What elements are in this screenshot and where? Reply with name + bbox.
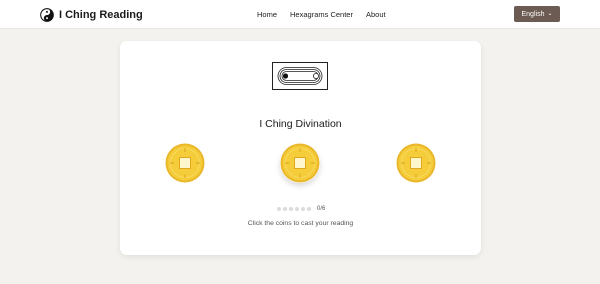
coin-icon[interactable] — [165, 143, 205, 183]
coin-icon[interactable] — [280, 143, 320, 183]
progress-dot — [295, 207, 299, 211]
progress-dot — [301, 207, 305, 211]
language-label: English — [521, 10, 545, 18]
divination-card: I Ching Divination 0/6 Click the coins t… — [120, 41, 481, 255]
yin-yang-icon — [40, 8, 54, 22]
progress-dot — [283, 207, 287, 211]
progress-dot — [307, 207, 311, 211]
progress-dot — [277, 207, 281, 211]
hexagram-logo-icon — [272, 62, 328, 90]
brand[interactable]: I Ching Reading — [40, 7, 143, 23]
progress-dot — [289, 207, 293, 211]
page-title: I Ching Divination — [259, 118, 342, 130]
chevron-down-icon: ⌄ — [547, 11, 553, 17]
nav-link-hexagrams-center[interactable]: Hexagrams Center — [290, 10, 353, 19]
instruction-text: Click the coins to cast your reading — [247, 220, 354, 227]
cast-progress: 0/6 — [277, 205, 325, 213]
nav-link-about[interactable]: About — [366, 10, 386, 19]
language-select-button[interactable]: English ⌄ — [514, 6, 560, 22]
navbar: I Ching Reading Home Hexagrams Center Ab… — [0, 0, 600, 29]
progress-count: 0/6 — [317, 206, 326, 212]
coin-icon[interactable] — [396, 143, 436, 183]
main-nav: Home Hexagrams Center About — [257, 10, 386, 19]
nav-link-home[interactable]: Home — [257, 10, 277, 19]
brand-title: I Ching Reading — [59, 9, 143, 21]
